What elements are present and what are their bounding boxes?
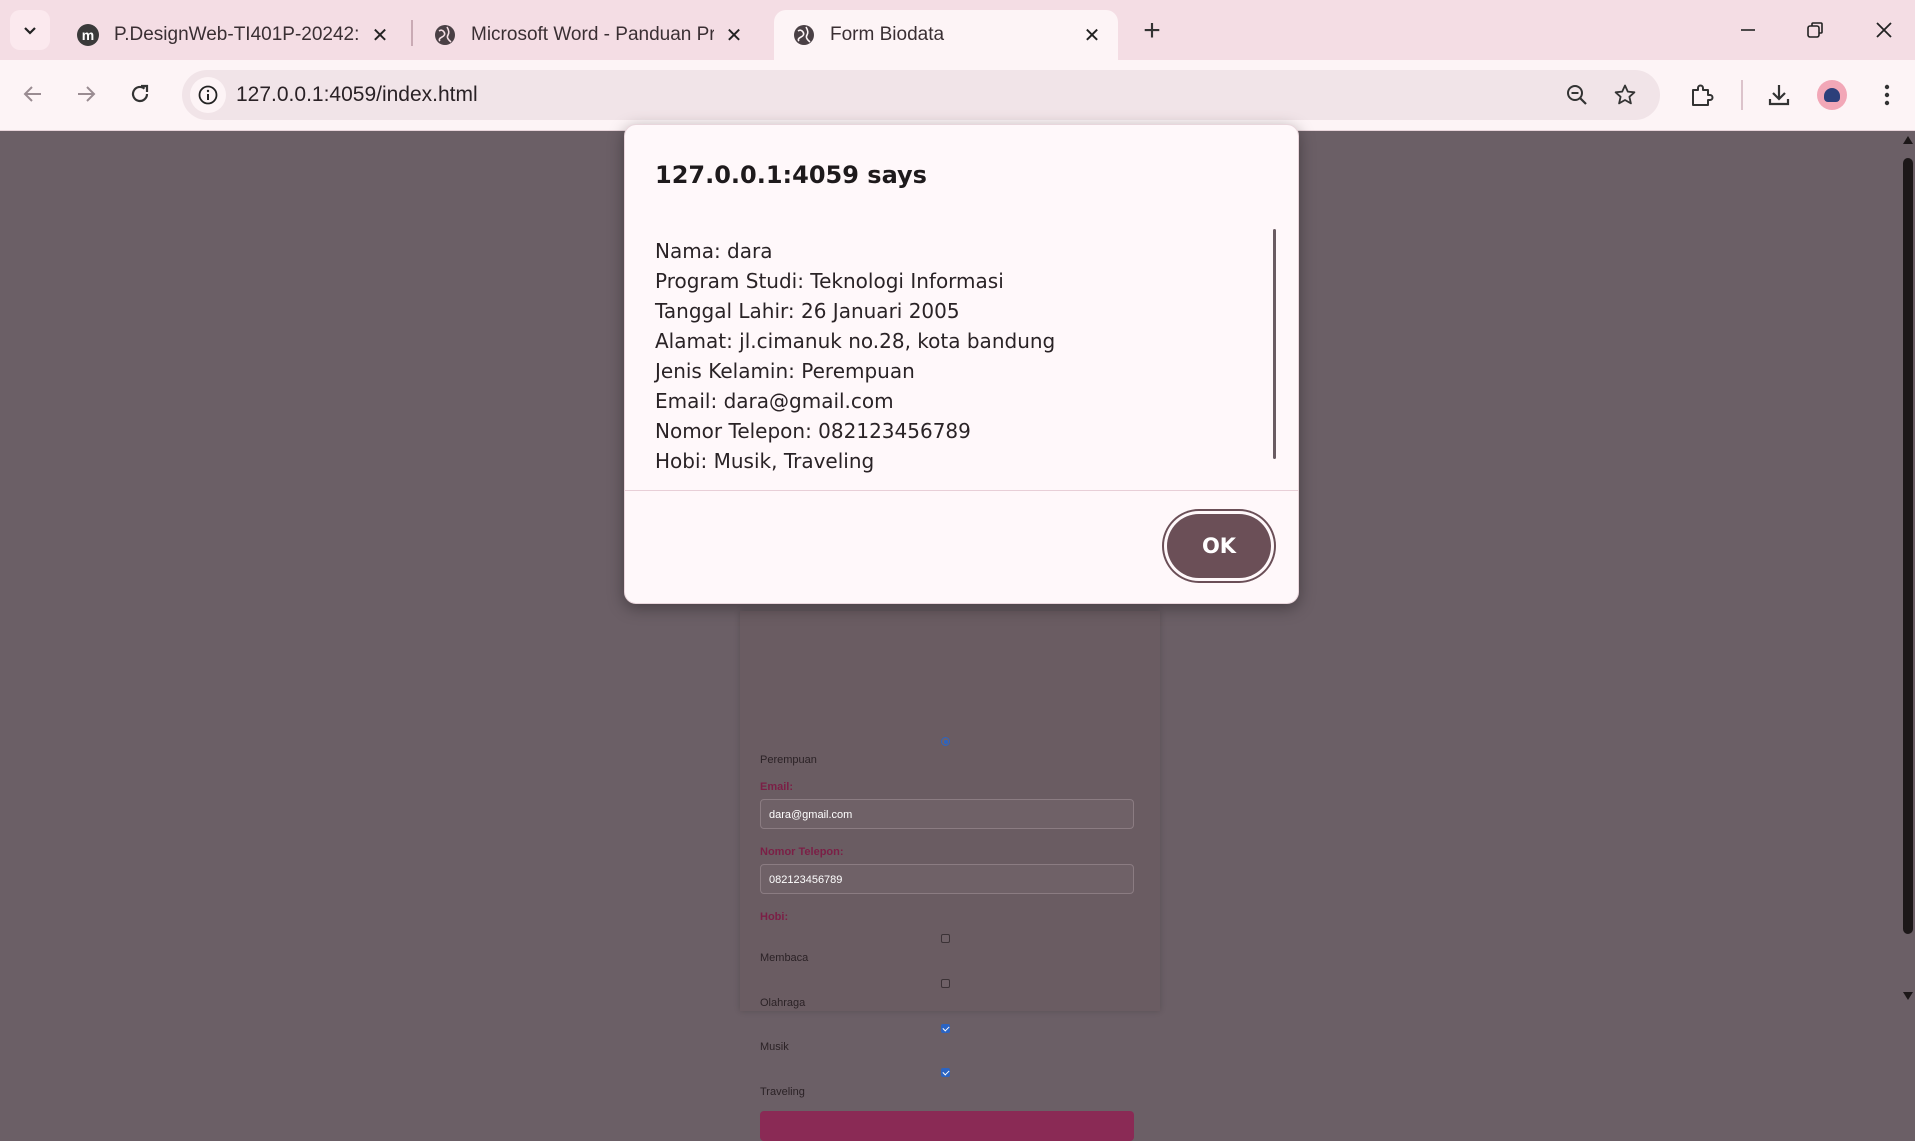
menu-button[interactable]: [1867, 75, 1907, 115]
scroll-up-arrow[interactable]: [1903, 136, 1913, 144]
forward-button[interactable]: [66, 74, 106, 114]
puzzle-icon: [1692, 84, 1714, 106]
close-window-button[interactable]: [1862, 10, 1906, 50]
hobby-option-label: Traveling: [760, 1086, 805, 1098]
biodata-form: Perempuan Email: dara@gmail.com Nomor Te…: [740, 611, 1160, 1141]
dialog-divider: [625, 490, 1298, 491]
tab-title: P.DesignWeb-TI401P-20242: Pr: [114, 24, 360, 45]
tab-separator: [411, 20, 413, 46]
ok-button[interactable]: OK: [1167, 514, 1271, 578]
message-line: Email: dara@gmail.com: [655, 389, 894, 413]
hobby-label: Hobi:: [760, 911, 789, 923]
site-info-button[interactable]: [190, 77, 226, 113]
url-text: 127.0.0.1:4059/index.html: [236, 83, 478, 106]
restore-icon: [1807, 22, 1823, 38]
email-field[interactable]: dara@gmail.com: [760, 799, 1134, 829]
hobby-option-label: Membaca: [760, 952, 809, 964]
hobby-checkbox-musik[interactable]: [941, 1024, 950, 1033]
star-icon: [1614, 84, 1636, 105]
minimize-button[interactable]: [1726, 10, 1770, 50]
profile-avatar[interactable]: [1817, 80, 1847, 110]
tab-search-button[interactable]: [10, 10, 50, 50]
scrollbar-thumb[interactable]: [1903, 158, 1913, 934]
extensions-button[interactable]: [1682, 75, 1722, 115]
reload-icon: [131, 84, 149, 103]
message-line: Nama: dara: [655, 239, 773, 263]
address-bar[interactable]: 127.0.0.1:4059/index.html: [182, 70, 1660, 120]
message-line: Hobi: Musik, Traveling: [655, 449, 875, 473]
globe-icon: [435, 25, 455, 45]
back-button[interactable]: [13, 74, 53, 114]
message-line: Alamat: jl.cimanuk no.28, kota bandung: [655, 329, 1056, 353]
alert-dialog: 127.0.0.1:4059 says Nama: dara Program S…: [624, 124, 1299, 604]
arrow-right-icon: [78, 86, 96, 102]
avatar-image: [1824, 88, 1840, 102]
restore-button[interactable]: [1793, 10, 1837, 50]
message-line: Nomor Telepon: 082123456789: [655, 419, 971, 443]
tab-title: Microsoft Word - Panduan Prak: [471, 24, 714, 45]
submit-button[interactable]: [760, 1111, 1134, 1141]
close-tab-icon[interactable]: ✕: [722, 23, 746, 47]
downloads-button[interactable]: [1759, 75, 1799, 115]
tab-moodle[interactable]: m P.DesignWeb-TI401P-20242: Pr ✕: [58, 10, 406, 60]
zoom-button[interactable]: [1562, 80, 1592, 110]
minimize-icon: [1741, 29, 1755, 31]
message-line: Program Studi: Teknologi Informasi: [655, 269, 1004, 293]
scroll-down-arrow[interactable]: [1903, 992, 1913, 1000]
toolbar-separator: [1741, 80, 1743, 110]
zoom-out-icon: [1567, 85, 1587, 105]
info-icon: [198, 85, 218, 105]
hobby-option-label: Musik: [760, 1041, 789, 1053]
download-icon: [1768, 85, 1790, 106]
arrow-left-icon: [23, 86, 41, 102]
kebab-menu-icon: [1884, 84, 1890, 106]
tab-title: Form Biodata: [830, 24, 945, 45]
hobby-checkbox-membaca[interactable]: [941, 934, 950, 943]
chevron-down-icon: [24, 27, 36, 35]
dialog-message: Nama: dara Program Studi: Teknologi Info…: [625, 205, 1298, 487]
reload-button[interactable]: [120, 74, 160, 114]
globe-icon: [794, 25, 814, 45]
svg-text:m: m: [82, 27, 94, 43]
hobby-checkbox-olahraga[interactable]: [941, 979, 950, 988]
dialog-title: 127.0.0.1:4059 says: [655, 161, 927, 189]
gender-option-label: Perempuan: [760, 754, 817, 766]
phone-label: Nomor Telepon:: [760, 846, 844, 858]
close-tab-icon[interactable]: ✕: [1080, 23, 1104, 47]
phone-field[interactable]: 082123456789: [760, 864, 1134, 894]
message-line: Tanggal Lahir: 26 Januari 2005: [655, 299, 960, 323]
message-line: Jenis Kelamin: Perempuan: [655, 359, 915, 383]
new-tab-button[interactable]: +: [1135, 14, 1169, 48]
tab-strip: m P.DesignWeb-TI401P-20242: Pr ✕ Microso…: [0, 0, 1915, 60]
email-label: Email:: [760, 781, 794, 793]
close-icon: [1876, 22, 1892, 38]
moodle-m-icon: m: [77, 24, 99, 46]
tab-form-biodata[interactable]: Form Biodata ✕: [774, 10, 1118, 60]
tab-word[interactable]: Microsoft Word - Panduan Prak ✕: [415, 10, 760, 60]
bookmark-button[interactable]: [1610, 80, 1640, 110]
hobby-option-label: Olahraga: [760, 997, 806, 1009]
hobby-checkbox-traveling[interactable]: [941, 1068, 950, 1077]
browser-toolbar: 127.0.0.1:4059/index.html: [0, 60, 1915, 131]
close-tab-icon[interactable]: ✕: [368, 23, 392, 47]
gender-radio-perempuan[interactable]: [941, 737, 950, 746]
dialog-scrollbar[interactable]: [1273, 229, 1276, 459]
